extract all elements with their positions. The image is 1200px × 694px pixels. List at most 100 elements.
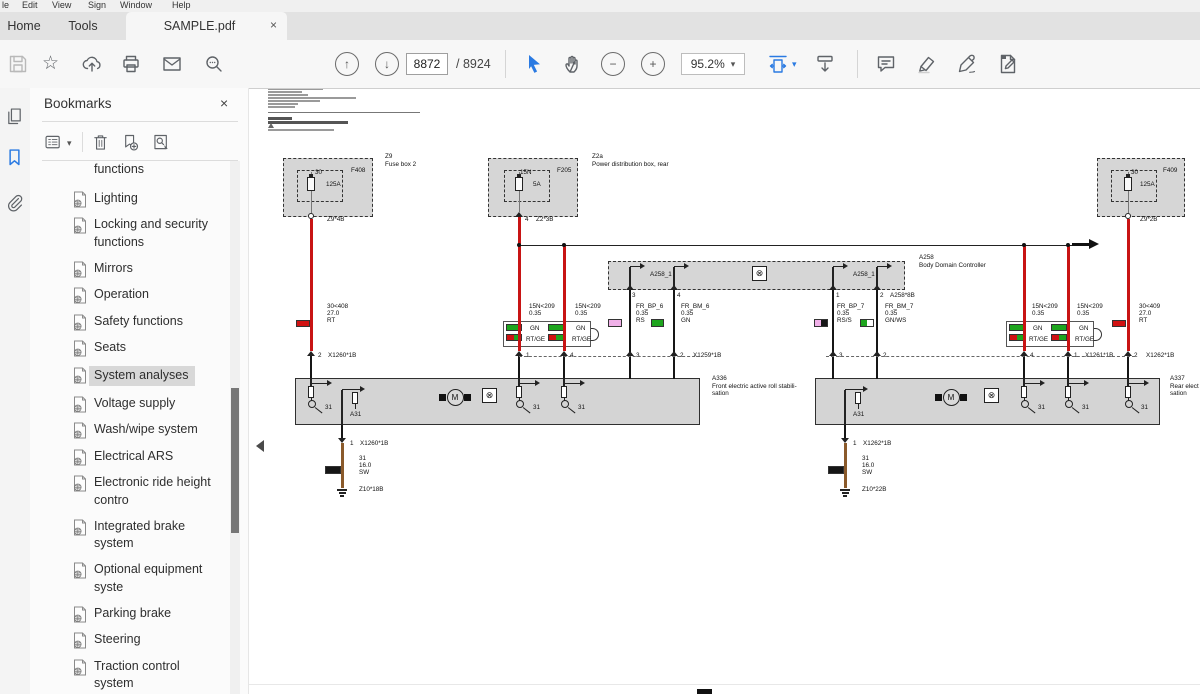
bookmark-item-label: Operation: [94, 286, 149, 304]
bookmark-item[interactable]: Traction controlsystem: [30, 653, 232, 694]
document-tab-label: SAMPLE.pdf: [164, 19, 236, 33]
delete-bookmark-icon[interactable]: [90, 132, 111, 153]
bookmark-item-label: Locking and securityfunctions: [94, 216, 208, 251]
bookmark-options-icon[interactable]: [43, 132, 64, 153]
bookmark-page-icon: [73, 562, 87, 579]
toolbar: ☆ ↑ ↓ / 8924 − + 95.2% ▾ ▾: [0, 40, 1200, 89]
zoom-level-value: 95.2%: [691, 57, 725, 71]
menu-help[interactable]: Help: [172, 0, 191, 11]
menu-view[interactable]: View: [52, 0, 71, 11]
tab-tools[interactable]: Tools: [61, 12, 105, 40]
hand-tool-icon[interactable]: [561, 52, 585, 76]
bookmarks-scrollbar-thumb[interactable]: [231, 388, 239, 533]
email-icon[interactable]: [160, 52, 184, 76]
sign-pen-icon[interactable]: [955, 52, 979, 76]
highlighter-icon[interactable]: [915, 52, 939, 76]
bookmarks-panel-icon[interactable]: [4, 147, 25, 168]
menu-bar: le Edit View Sign Window Help: [0, 0, 1200, 12]
document-page: [249, 88, 1200, 694]
fit-width-icon[interactable]: [766, 52, 790, 76]
bookmark-page-icon: [73, 606, 87, 623]
save-icon[interactable]: [6, 52, 30, 76]
bookmark-item-label: Traction controlsystem: [94, 658, 180, 693]
navigation-pane-strip: [0, 88, 31, 694]
bookmark-item[interactable]: functions: [30, 161, 232, 185]
bookmark-item[interactable]: Integrated brakesystem: [30, 513, 232, 557]
add-bookmark-icon[interactable]: [120, 132, 141, 153]
toolbar-divider: [505, 50, 506, 78]
chevron-down-icon: ▾: [731, 59, 736, 70]
collapse-panel-handle[interactable]: [250, 440, 264, 452]
bookmark-item[interactable]: Wash/wipe system: [30, 417, 232, 444]
tab-document[interactable]: SAMPLE.pdf ×: [126, 12, 287, 40]
bookmark-item-label: Mirrors: [94, 260, 133, 278]
zoom-level-select[interactable]: 95.2% ▾: [681, 53, 745, 75]
bookmark-item[interactable]: Voltage supply: [30, 390, 232, 417]
close-panel-icon[interactable]: ×: [220, 95, 228, 111]
fill-and-sign-icon[interactable]: [996, 52, 1020, 76]
bookmark-page-icon: [73, 340, 87, 357]
bookmark-page-icon: [73, 367, 87, 384]
previous-page-button[interactable]: ↑: [335, 52, 359, 76]
tab-bar: Home Tools SAMPLE.pdf ×: [0, 12, 1200, 40]
fit-width-caret-icon[interactable]: ▾: [792, 59, 797, 70]
bookmark-item[interactable]: Electrical ARS: [30, 443, 232, 470]
bookmark-item[interactable]: Mirrors: [30, 255, 232, 282]
star-icon[interactable]: ☆: [42, 53, 59, 75]
next-page-button[interactable]: ↓: [375, 52, 399, 76]
close-tab-icon[interactable]: ×: [270, 18, 277, 32]
bookmark-item-label: Integrated brakesystem: [94, 518, 185, 553]
bookmark-page-icon: [73, 261, 87, 278]
bookmark-page-icon: [73, 632, 87, 649]
share-upload-icon[interactable]: [80, 52, 104, 76]
bookmark-page-icon: [73, 475, 87, 492]
bookmark-item[interactable]: Locking and securityfunctions: [30, 212, 232, 256]
bookmark-item[interactable]: Parking brake: [30, 600, 232, 627]
bookmark-item-label: Electronic ride heightcontro: [94, 474, 211, 509]
bookmark-item-label: Electrical ARS: [94, 448, 173, 466]
menu-sign[interactable]: Sign: [88, 0, 106, 11]
bookmark-item-label: Optional equipmentsyste: [94, 561, 202, 596]
bookmark-item-label: System analyses: [94, 366, 195, 387]
zoom-in-button[interactable]: +: [641, 52, 665, 76]
menu-file[interactable]: le: [2, 0, 9, 11]
page-number-input[interactable]: [406, 53, 448, 75]
bookmark-item[interactable]: Electronic ride heightcontro: [30, 470, 232, 514]
page-scrolling-icon[interactable]: [813, 52, 837, 76]
attachments-icon[interactable]: [4, 192, 25, 213]
bookmark-item-label: functions: [94, 161, 144, 181]
select-tool-icon[interactable]: [522, 52, 546, 76]
tab-home[interactable]: Home: [2, 12, 46, 40]
bookmark-item-label: Parking brake: [94, 605, 171, 623]
bookmark-item-label: Safety functions: [94, 313, 183, 331]
bookmark-item[interactable]: Steering: [30, 627, 232, 654]
zoom-out-button[interactable]: −: [601, 52, 625, 76]
bookmark-page-icon: [73, 217, 87, 234]
bookmark-page-icon: [73, 314, 87, 331]
comment-icon[interactable]: [874, 52, 898, 76]
bookmark-item[interactable]: System analyses: [30, 361, 232, 390]
bookmark-page-icon: [73, 659, 87, 676]
bookmark-page-icon: [73, 191, 87, 208]
menu-edit[interactable]: Edit: [22, 0, 38, 11]
bookmark-item-label: Steering: [94, 631, 141, 649]
bookmark-item-label: Wash/wipe system: [94, 421, 198, 439]
search-icon[interactable]: [202, 52, 226, 76]
page-total-label: / 8924: [456, 57, 491, 71]
page-thumbnails-icon[interactable]: [4, 106, 25, 127]
bookmark-item[interactable]: Operation: [30, 282, 232, 309]
bookmark-item[interactable]: Seats: [30, 335, 232, 362]
bookmark-page-icon: [73, 287, 87, 304]
bookmark-item[interactable]: Lighting: [30, 185, 232, 212]
panel-toolbar-divider: [82, 132, 83, 152]
chevron-down-icon[interactable]: ▾: [67, 138, 72, 149]
bookmark-page-icon: [73, 449, 87, 466]
expand-bookmark-icon[interactable]: [151, 132, 172, 153]
bookmark-item-label: Lighting: [94, 190, 138, 208]
bookmark-item[interactable]: Safety functions: [30, 308, 232, 335]
toolbar-divider: [857, 50, 858, 78]
menu-window[interactable]: Window: [120, 0, 152, 11]
bookmark-page-icon: [73, 396, 87, 413]
bookmark-item[interactable]: Optional equipmentsyste: [30, 557, 232, 601]
print-icon[interactable]: [119, 52, 143, 76]
